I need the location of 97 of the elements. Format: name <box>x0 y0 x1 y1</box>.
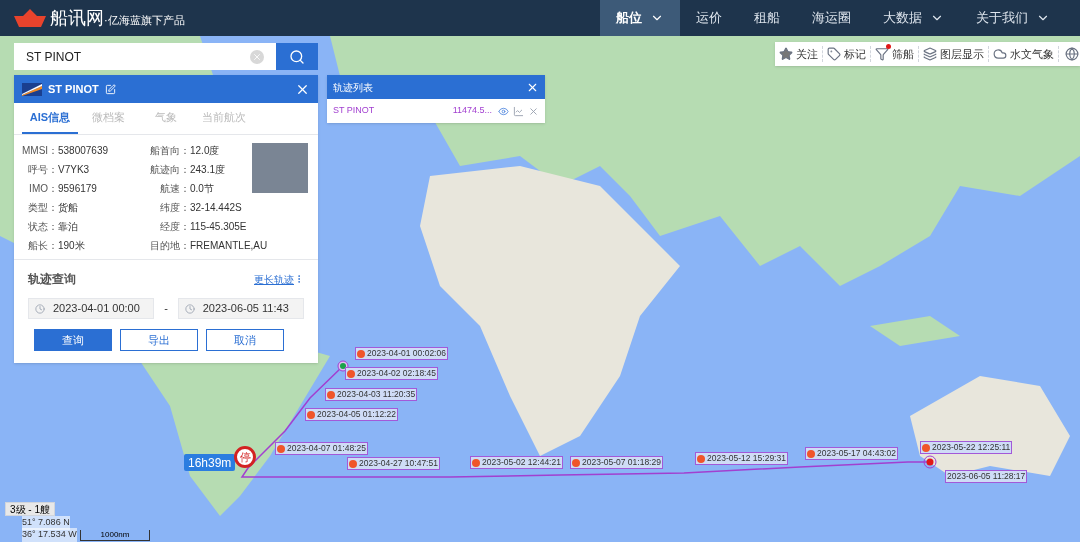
action-button[interactable]: 查询 <box>34 329 112 351</box>
search-icon <box>289 48 305 65</box>
field-label: 纬度： <box>159 201 190 215</box>
event-marker-icon <box>347 369 355 378</box>
field-value: 9596179 <box>58 182 97 196</box>
field-label: 船首向： <box>149 144 190 158</box>
cloud-icon <box>993 47 1007 61</box>
track-time-text: 2023-04-05 01:12:22 <box>317 408 396 421</box>
field-value: 货船 <box>58 201 78 215</box>
field-value: 190米 <box>58 239 85 253</box>
nav-tab[interactable]: 船位 <box>600 0 680 36</box>
event-marker-icon <box>807 449 815 458</box>
field-label: 目的地： <box>149 239 190 253</box>
nav-tab[interactable]: 关于我们 <box>960 0 1066 36</box>
chart-icon[interactable] <box>513 105 524 117</box>
search-field[interactable]: ST PINOT <box>14 43 276 70</box>
event-marker-icon <box>697 454 705 463</box>
event-marker-icon <box>277 444 285 453</box>
track-name: ST PINOT <box>333 104 376 118</box>
track-time-text: 2023-05-17 04:43:02 <box>817 447 896 460</box>
clock-icon <box>184 303 195 314</box>
toolbar-button[interactable]: 筛船 <box>871 45 919 63</box>
event-marker-icon <box>307 410 315 419</box>
event-marker-icon <box>472 458 480 467</box>
field-value: 12.0度 <box>190 144 220 158</box>
field-value: 32-14.442S <box>190 201 242 215</box>
toolbar-button[interactable]: 标记 <box>823 45 871 63</box>
track-time-text: 2023-04-03 11:20:35 <box>337 388 416 401</box>
field-value: 243.1度 <box>190 163 226 177</box>
scale-bar: 1000nm <box>80 530 150 541</box>
event-marker-icon <box>349 459 357 468</box>
track-time-text: 2023-05-22 12:25:11 <box>932 441 1011 454</box>
panel-title: 轨迹列表 <box>333 80 374 95</box>
field-label: 航迹向： <box>149 163 190 177</box>
nav-tab[interactable]: 大数据 <box>867 0 960 36</box>
panel-tab[interactable]: AIS信息 <box>22 103 78 134</box>
date-separator: - <box>163 301 169 317</box>
field-label: 状态： <box>27 220 58 234</box>
nav-tab[interactable]: 运价 <box>680 0 738 36</box>
field-label: IMO： <box>28 182 58 196</box>
toolbar-button[interactable]: 水文气象 <box>989 45 1059 63</box>
track-time-text: 2023-04-07 01:48:25 <box>287 442 366 455</box>
track-distance: 11474.5... <box>452 104 492 118</box>
filter-icon <box>875 47 889 61</box>
field-label: 呼号： <box>27 163 58 177</box>
globe-icon[interactable] <box>1065 47 1079 61</box>
flag-icon <box>22 82 42 96</box>
eye-icon[interactable] <box>498 105 509 117</box>
field-value: V7YK3 <box>58 163 90 177</box>
event-marker-icon <box>357 349 365 358</box>
delete-icon[interactable] <box>528 105 539 117</box>
field-label: 类型： <box>27 201 58 215</box>
tagline: ·亿海蓝旗下产品 <box>104 12 185 28</box>
action-button[interactable]: 导出 <box>120 329 198 351</box>
tag-icon <box>827 47 841 61</box>
track-time-text: 2023-04-27 10:47:51 <box>359 457 438 470</box>
track-time-text: 2023-05-02 12:44:21 <box>482 456 561 469</box>
field-value: 538007639 <box>58 144 109 158</box>
end-date-field[interactable]: 2023-06-05 11:43 <box>177 298 304 319</box>
nav-tab[interactable]: 海运圈 <box>796 0 867 36</box>
section-title: 轨迹查询 <box>28 271 77 288</box>
nav-tab[interactable]: 租船 <box>738 0 796 36</box>
zoom-level-label: 3级 - 1艘 <box>5 502 55 516</box>
field-label: 船长： <box>27 239 58 253</box>
event-marker-icon <box>572 458 580 467</box>
ship-position-icon <box>923 455 937 469</box>
track-time-text: 2023-05-07 01:18:29 <box>582 456 661 469</box>
layers-icon <box>923 47 937 61</box>
action-button[interactable]: 取消 <box>206 329 284 351</box>
field-value: FREMANTLE,AU <box>190 239 268 253</box>
field-value: 115-45.305E <box>190 220 247 234</box>
star-icon <box>779 47 793 61</box>
event-marker-icon <box>327 390 335 399</box>
latitude-text: 51° 7.086 N <box>22 516 70 530</box>
longer-track-link[interactable]: 更长轨迹 <box>254 271 294 287</box>
boat-logo-icon <box>14 9 46 27</box>
start-date-field[interactable]: 2023-04-01 00:00 <box>28 298 155 319</box>
field-label: 经度： <box>159 220 190 234</box>
track-time-text: 2023-04-02 02:18:45 <box>357 367 436 380</box>
field-value: 靠泊 <box>58 220 78 234</box>
edit-icon[interactable] <box>104 83 116 95</box>
clock-icon <box>35 303 45 314</box>
toolbar-button[interactable]: 关注 <box>775 45 823 63</box>
duration-badge: 16h39m <box>184 454 236 471</box>
search-button[interactable] <box>276 43 318 70</box>
field-value: 0.0节 <box>190 182 214 196</box>
event-marker-icon <box>922 443 930 452</box>
toolbar-button[interactable]: 图层显示 <box>919 45 989 63</box>
ship-photo-placeholder <box>252 143 308 193</box>
longitude-text: 36° 17.534 W <box>22 528 77 542</box>
logo-text: 船讯网 <box>50 6 104 30</box>
ship-name: ST PINOT <box>48 81 99 97</box>
track-time-text: 2023-05-12 15:29:31 <box>707 452 786 465</box>
track-time-text: 2023-04-01 00:02:06 <box>367 347 446 360</box>
track-time-text: 2023-06-05 11:28:17 <box>947 470 1026 483</box>
field-label: MMSI： <box>22 144 58 158</box>
field-label: 航速： <box>159 182 190 196</box>
